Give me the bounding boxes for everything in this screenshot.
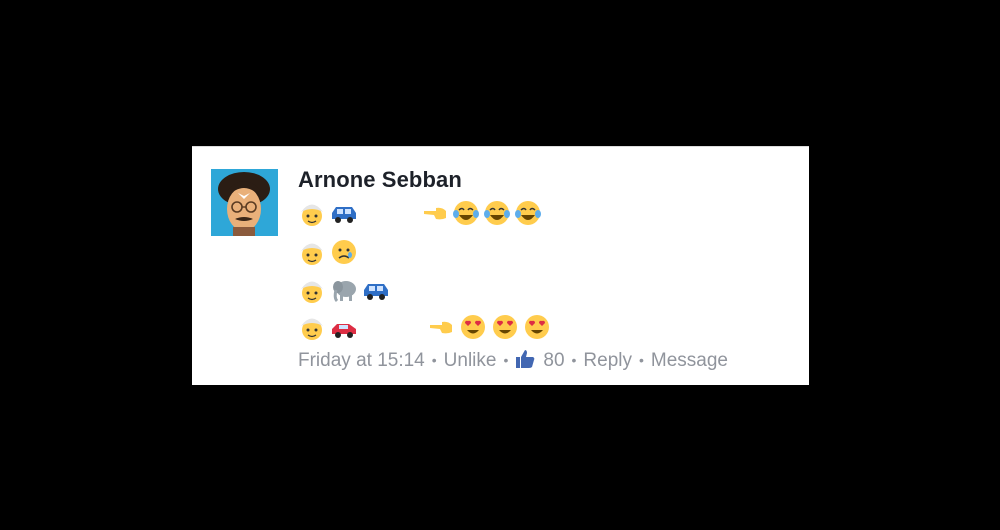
comment-line-4 [298,313,778,343]
separator-dot: • [571,352,577,368]
man-with-turban-icon [298,238,326,266]
avatar-illustration [211,169,278,236]
elephant-icon [330,276,358,304]
tears-of-joy-icon [514,199,542,227]
thumbs-up-icon[interactable] [515,349,535,369]
pointing-left-hand-icon [428,313,456,341]
man-with-turban-icon [298,199,326,227]
heart-eyes-icon [523,313,551,341]
crying-face-icon [330,238,358,266]
red-car-icon [330,313,358,341]
man-with-turban-icon [298,276,326,304]
unlike-link[interactable]: Unlike [444,350,497,372]
comment-timestamp[interactable]: Friday at 15:14 [298,350,425,372]
separator-dot: • [431,352,437,368]
pointing-left-hand-icon [422,199,450,227]
comment-card: Arnone Sebban Friday at 15:14 • Unlike •… [192,146,809,385]
comment-line-3 [298,276,778,306]
tears-of-joy-icon [483,199,511,227]
heart-eyes-icon [459,313,487,341]
comment-line-2 [298,238,778,268]
blue-car-icon [330,199,358,227]
heart-eyes-icon [491,313,519,341]
tears-of-joy-icon [452,199,480,227]
separator-dot: • [639,352,644,368]
reply-link[interactable]: Reply [583,350,632,372]
comment-author[interactable]: Arnone Sebban [298,167,462,193]
comment-meta: Friday at 15:14 • Unlike • 80 • Reply • … [298,350,728,372]
man-with-turban-icon [298,313,326,341]
message-link[interactable]: Message [651,350,728,372]
separator-dot: • [503,352,509,368]
blue-car-icon [362,276,390,304]
like-count: 80 [543,350,565,371]
comment-line-1 [298,199,778,229]
avatar[interactable] [211,169,278,236]
